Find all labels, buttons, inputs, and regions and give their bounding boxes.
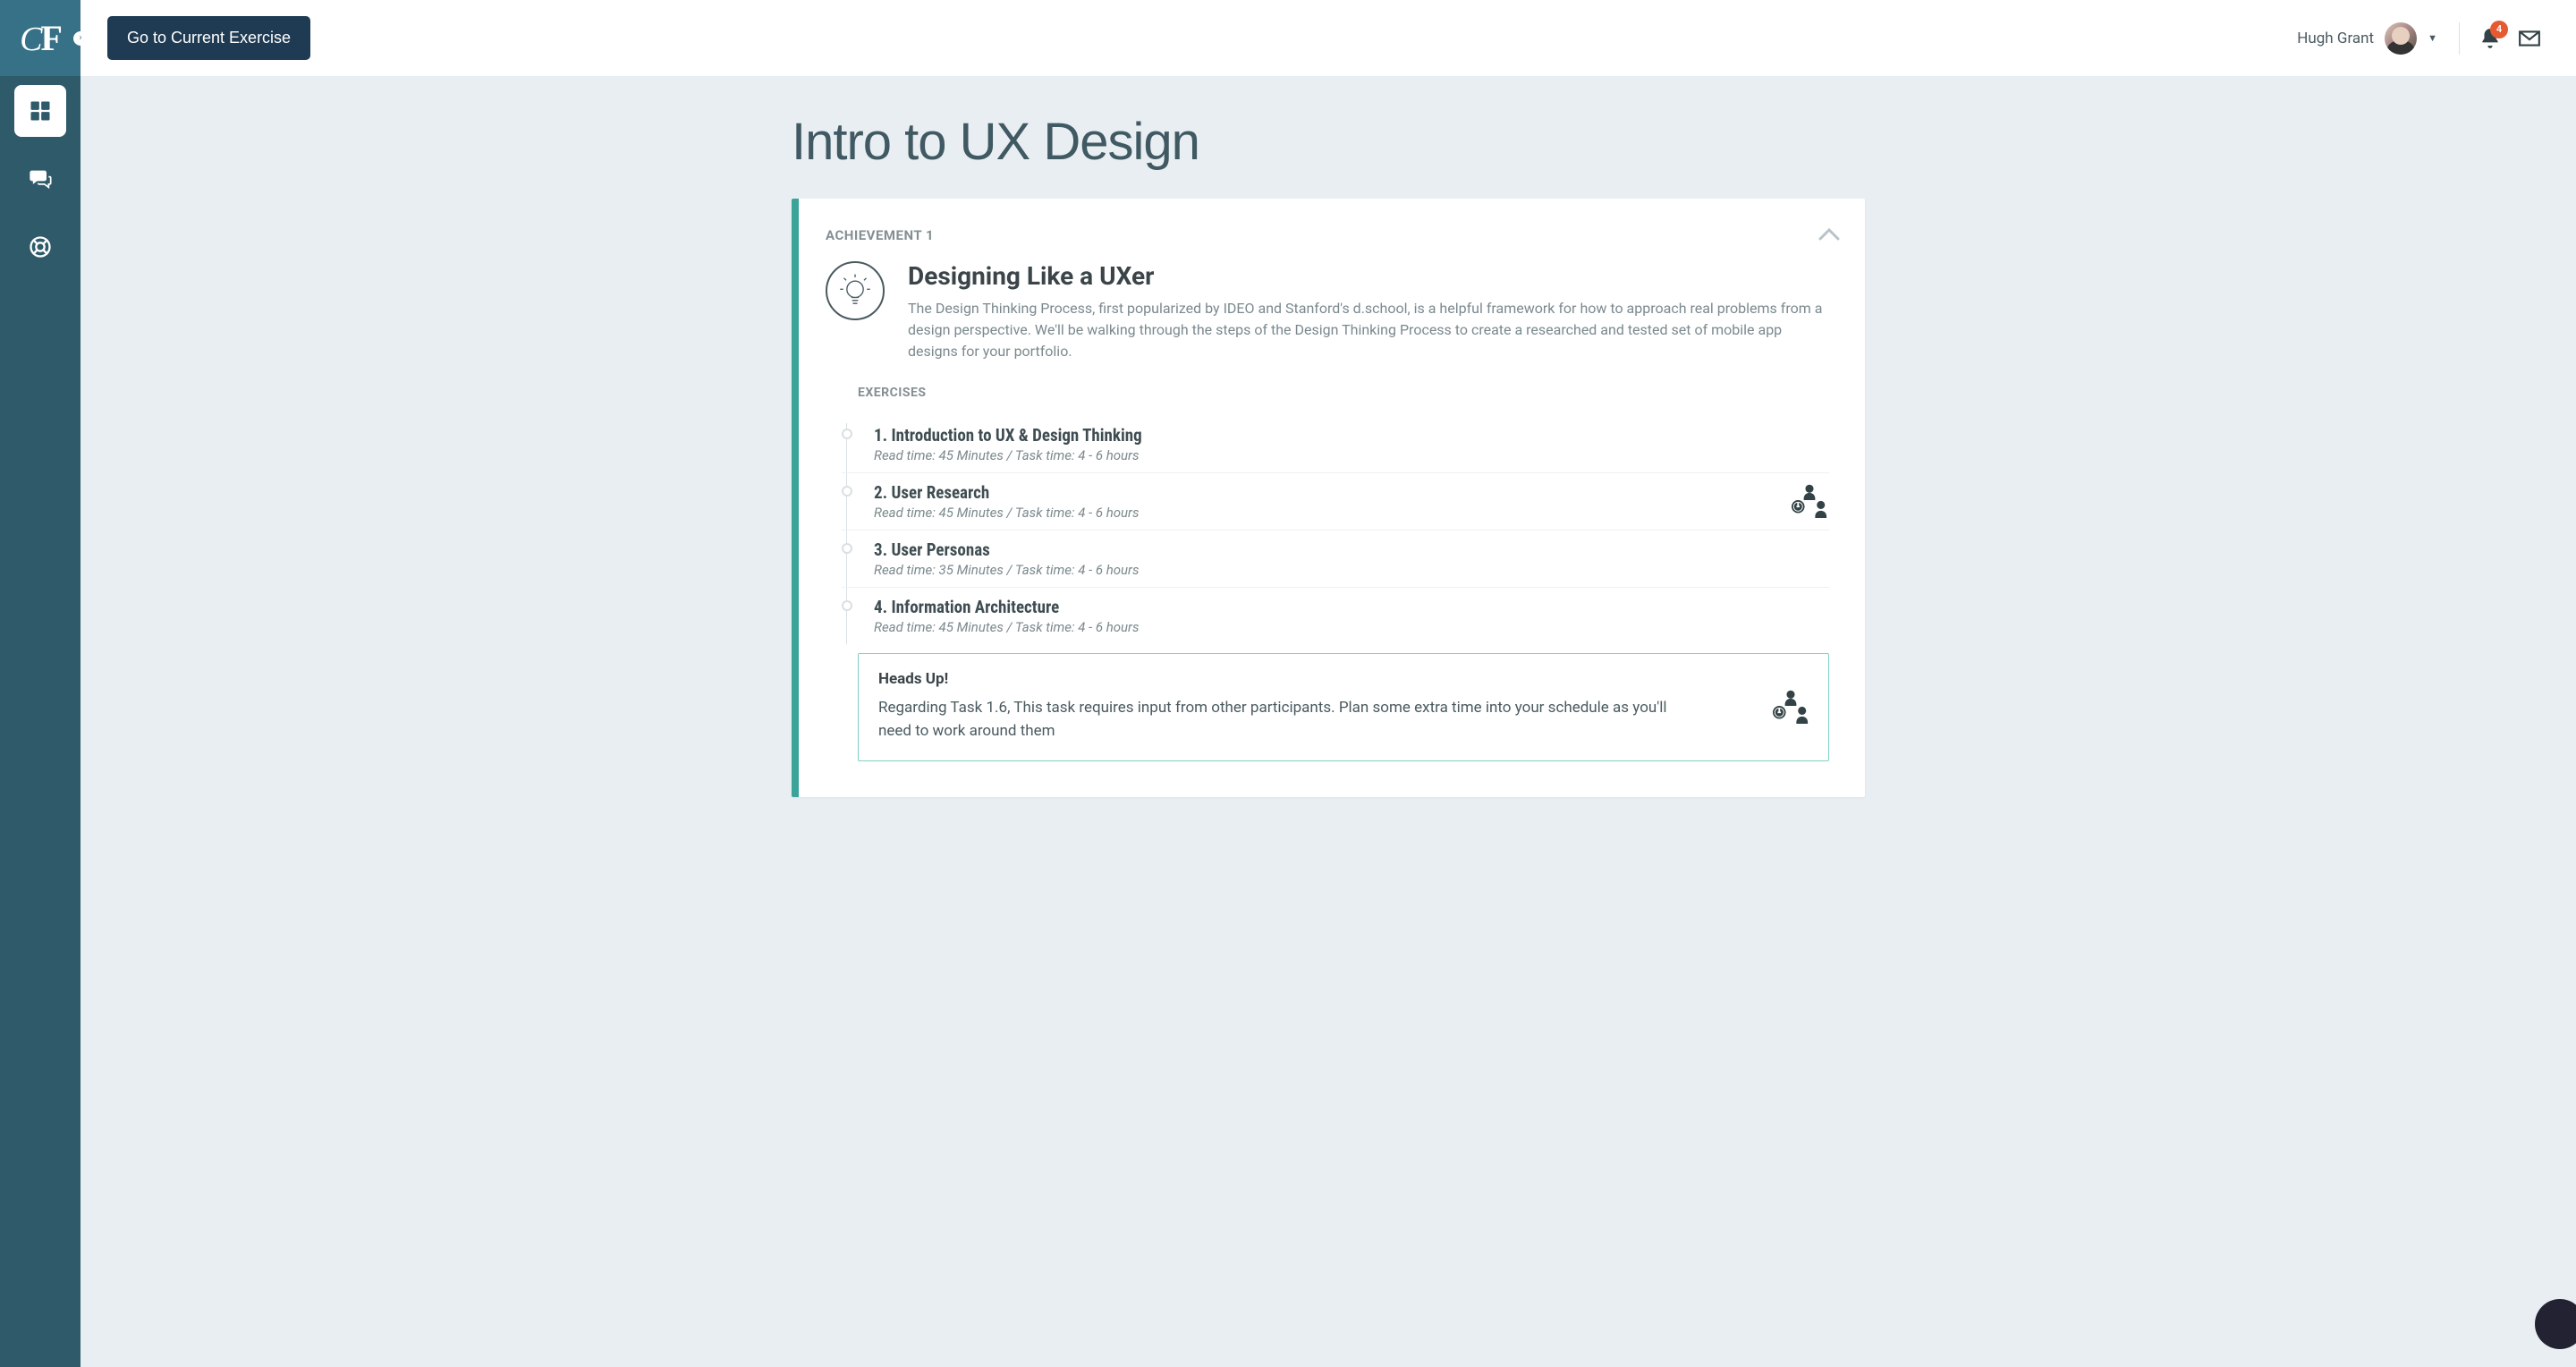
exercise-title: 3. User Personas bbox=[874, 539, 1829, 560]
lightbulb-icon bbox=[826, 261, 885, 320]
nav-chat[interactable] bbox=[14, 153, 66, 205]
avatar bbox=[2385, 22, 2417, 55]
side-rail: CF › bbox=[0, 0, 80, 1367]
timeline-dot bbox=[842, 429, 852, 439]
envelope-icon bbox=[2518, 27, 2541, 50]
chevron-up-icon bbox=[1818, 228, 1840, 241]
collapse-toggle[interactable] bbox=[1818, 220, 1840, 247]
exercise-meta: Read time: 35 Minutes / Task time: 4 - 6… bbox=[874, 562, 1829, 578]
chat-icon bbox=[28, 166, 53, 191]
rail-expand-icon[interactable]: › bbox=[73, 31, 88, 46]
user-menu[interactable]: Hugh Grant ▼ bbox=[2297, 22, 2460, 55]
top-bar: Go to Current Exercise Hugh Grant ▼ 4 bbox=[80, 0, 2576, 76]
timeline-dot bbox=[842, 543, 852, 554]
callout-title: Heads Up! bbox=[878, 670, 1685, 688]
nav-help[interactable] bbox=[14, 221, 66, 273]
exercise-meta: Read time: 45 Minutes / Task time: 4 - 6… bbox=[874, 447, 1829, 463]
callout-body: Regarding Task 1.6, This task requires i… bbox=[878, 697, 1685, 743]
notifications-button[interactable]: 4 bbox=[2470, 19, 2510, 58]
exercises-label: EXERCISES bbox=[858, 386, 1829, 400]
exercise-title: 1. Introduction to UX & Design Thinking bbox=[874, 425, 1829, 446]
exercise-row[interactable]: 4. Information Architecture Read time: 4… bbox=[842, 588, 1829, 644]
exercise-row[interactable]: 1. Introduction to UX & Design Thinking … bbox=[842, 416, 1829, 473]
main-content: Intro to UX Design ACHIEVEMENT 1 Desig bbox=[80, 0, 2576, 851]
achievement-label: ACHIEVEMENT 1 bbox=[826, 227, 1829, 243]
messages-button[interactable] bbox=[2510, 19, 2549, 58]
exercise-title: 2. User Research bbox=[874, 482, 1829, 503]
chevron-down-icon: ▼ bbox=[2428, 32, 2437, 44]
people-icon bbox=[1771, 688, 1810, 727]
exercise-row[interactable]: 2. User Research Read time: 45 Minutes /… bbox=[842, 473, 1829, 531]
people-icon bbox=[1790, 482, 1829, 522]
achievement-description: The Design Thinking Process, first popul… bbox=[908, 298, 1829, 362]
exercise-list: 1. Introduction to UX & Design Thinking … bbox=[842, 416, 1829, 644]
brand-logo-text: CF bbox=[20, 17, 61, 59]
grid-icon bbox=[28, 98, 53, 123]
exercise-row[interactable]: 3. User Personas Read time: 35 Minutes /… bbox=[842, 531, 1829, 588]
achievement-title: Designing Like a UXer bbox=[908, 261, 1829, 291]
go-to-current-exercise-button[interactable]: Go to Current Exercise bbox=[107, 16, 310, 60]
timeline-dot bbox=[842, 600, 852, 611]
exercise-title: 4. Information Architecture bbox=[874, 597, 1829, 617]
timeline-dot bbox=[842, 486, 852, 497]
achievement-card: ACHIEVEMENT 1 Designing Like a UXer The … bbox=[792, 199, 1865, 797]
lifebuoy-icon bbox=[28, 234, 53, 259]
brand-logo[interactable]: CF › bbox=[0, 0, 80, 76]
exercise-meta: Read time: 45 Minutes / Task time: 4 - 6… bbox=[874, 505, 1829, 521]
notification-badge: 4 bbox=[2490, 21, 2508, 38]
page-title: Intro to UX Design bbox=[792, 112, 1865, 172]
user-name-label: Hugh Grant bbox=[2297, 30, 2374, 47]
heads-up-callout: Heads Up! Regarding Task 1.6, This task … bbox=[858, 653, 1829, 761]
nav-dashboard[interactable] bbox=[14, 85, 66, 137]
chat-bubble-button[interactable] bbox=[2535, 1299, 2576, 1349]
exercise-meta: Read time: 45 Minutes / Task time: 4 - 6… bbox=[874, 619, 1829, 635]
